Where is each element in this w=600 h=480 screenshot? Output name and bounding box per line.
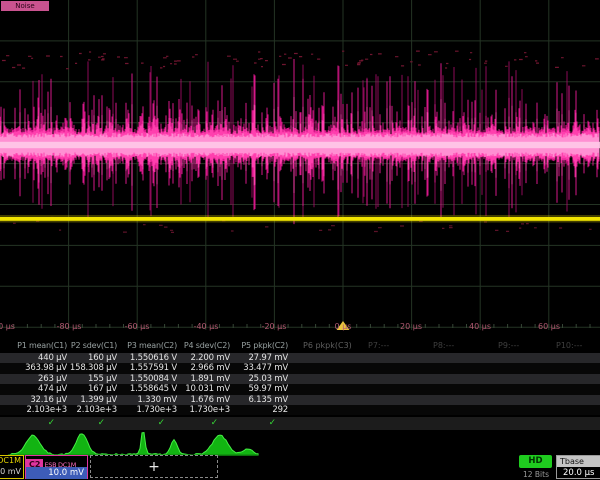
measurement-histogram — [0, 429, 600, 457]
c2-channel-descriptor[interactable]: C2ESB DC1M 10.0 mV — [25, 455, 88, 479]
measure-value: 1.330 mV — [117, 395, 177, 405]
measure-value: 10.031 mV — [177, 384, 230, 394]
measure-value: 1.550616 V — [117, 353, 177, 363]
hd-mode-badge[interactable]: HD — [519, 455, 552, 468]
measure-stat-row: 363.98 µV158.308 µV1.557591 V2.966 mV33.… — [0, 363, 600, 373]
measure-value: 6.135 mV — [230, 395, 288, 405]
timebase-value: 20.0 µs — [557, 467, 600, 479]
measure-header[interactable]: P1 mean(C1) — [0, 341, 67, 350]
measure-value: 27.97 mV — [230, 353, 288, 363]
measure-value: 2.200 mV — [177, 353, 230, 363]
measure-value: 1.557591 V — [117, 363, 177, 373]
descriptor-bar: DC1M 0 mV C2ESB DC1M 10.0 mV + HD 12 Bit… — [0, 455, 600, 480]
timebase-title: Tbase — [557, 456, 600, 467]
c2-channel-tag: C2 — [26, 459, 43, 467]
time-tick-label: 20 µs — [400, 322, 422, 331]
measure-value: 1.558645 V — [117, 384, 177, 394]
measure-value: 363.98 µV — [0, 363, 67, 373]
measure-header[interactable]: P4 sdev(C2) — [177, 341, 230, 350]
measure-header-unused[interactable]: P8:--- — [433, 341, 454, 350]
measure-value: 440 µV — [0, 353, 67, 363]
time-tick-label: 60 µs — [538, 322, 560, 331]
add-trace-button[interactable]: + — [90, 455, 218, 478]
status-check-icon: ✓ — [177, 417, 230, 429]
measure-value: 158.308 µV — [67, 363, 117, 373]
measure-value: 2.103e+3 — [67, 405, 117, 415]
c1-channel-descriptor[interactable]: DC1M 0 mV — [0, 455, 24, 479]
time-tick-label: 40 µs — [469, 322, 491, 331]
measurement-table: P1 mean(C1)P2 sdev(C1)P3 mean(C2)P4 sdev… — [0, 340, 600, 432]
time-tick-label: -40 µs — [194, 322, 219, 331]
measure-value: 1.730e+3 — [117, 405, 177, 415]
status-check-icon: ✓ — [0, 417, 67, 429]
bit-resolution-label: 12 Bits — [514, 470, 558, 479]
measure-stat-row: 263 µV155 µV1.550084 V1.891 mV25.03 mV — [0, 374, 600, 384]
waveform-display[interactable] — [0, 0, 600, 338]
measure-stat-row: 32.16 µV1.399 µV1.330 mV1.676 mV6.135 mV — [0, 395, 600, 405]
measure-value: 25.03 mV — [230, 374, 288, 384]
measure-stat-row: 440 µV160 µV1.550616 V2.200 mV27.97 mV — [0, 353, 600, 363]
measure-value: 2.966 mV — [177, 363, 230, 373]
time-tick-label: -60 µs — [125, 322, 150, 331]
c1-coupling-label: DC1M — [0, 456, 23, 466]
measure-value: 155 µV — [67, 374, 117, 384]
measure-value: 167 µV — [67, 384, 117, 394]
measure-value: 1.730e+3 — [177, 405, 230, 415]
measure-header[interactable]: P2 sdev(C1) — [67, 341, 117, 350]
time-tick-label: -80 µs — [57, 322, 82, 331]
time-axis: -100 µs -80 µs -60 µs -40 µs -20 µs 0 µs 20 µs… — [0, 320, 600, 334]
time-tick-label: -100 µs — [0, 322, 15, 331]
c2-scale-value: 10.0 mV — [26, 467, 87, 479]
measure-header-unused[interactable]: P7:--- — [368, 341, 389, 350]
measure-value: 59.97 mV — [230, 384, 288, 394]
measure-value: 1.676 mV — [177, 395, 230, 405]
measure-stat-row: 474 µV167 µV1.558645 V10.031 mV59.97 mV — [0, 384, 600, 394]
measure-value: 474 µV — [0, 384, 67, 394]
status-check-icon: ✓ — [67, 417, 117, 429]
c2-descriptor-header: C2ESB DC1M — [26, 456, 87, 467]
measure-header-unused[interactable]: P9:--- — [498, 341, 519, 350]
measure-value: 160 µV — [67, 353, 117, 363]
measure-value: 292 — [230, 405, 288, 415]
status-check-icon: ✓ — [117, 417, 177, 429]
c1-scale-value: 0 mV — [0, 466, 23, 478]
measure-value: 2.103e+3 — [0, 405, 67, 415]
measure-value: 1.891 mV — [177, 374, 230, 384]
oscilloscope-screen: Noise -100 µs-80 µs-60 µs-40 µs-20 µs0 µ… — [0, 0, 600, 480]
status-check-icon: ✓ — [230, 417, 288, 429]
measure-value: 32.16 µV — [0, 395, 67, 405]
measure-value: 33.477 mV — [230, 363, 288, 373]
measure-header[interactable]: P5 pkpk(C2) — [230, 341, 288, 350]
measure-header[interactable]: P3 mean(C2) — [117, 341, 177, 350]
measure-header-unused[interactable]: P10:--- — [556, 341, 582, 350]
measure-header-row: P1 mean(C1)P2 sdev(C1)P3 mean(C2)P4 sdev… — [0, 341, 600, 353]
measure-value: 1.399 µV — [67, 395, 117, 405]
measure-value: 263 µV — [0, 374, 67, 384]
time-tick-label: -20 µs — [262, 322, 287, 331]
measure-stat-row: 2.103e+32.103e+31.730e+31.730e+3292 — [0, 405, 600, 415]
time-tick-label: 0 µs — [335, 322, 352, 331]
measure-value: 1.550084 V — [117, 374, 177, 384]
measure-header-unused[interactable]: P6 pkpk(C3) — [303, 341, 352, 350]
timebase-descriptor[interactable]: Tbase 20.0 µs — [556, 455, 600, 479]
